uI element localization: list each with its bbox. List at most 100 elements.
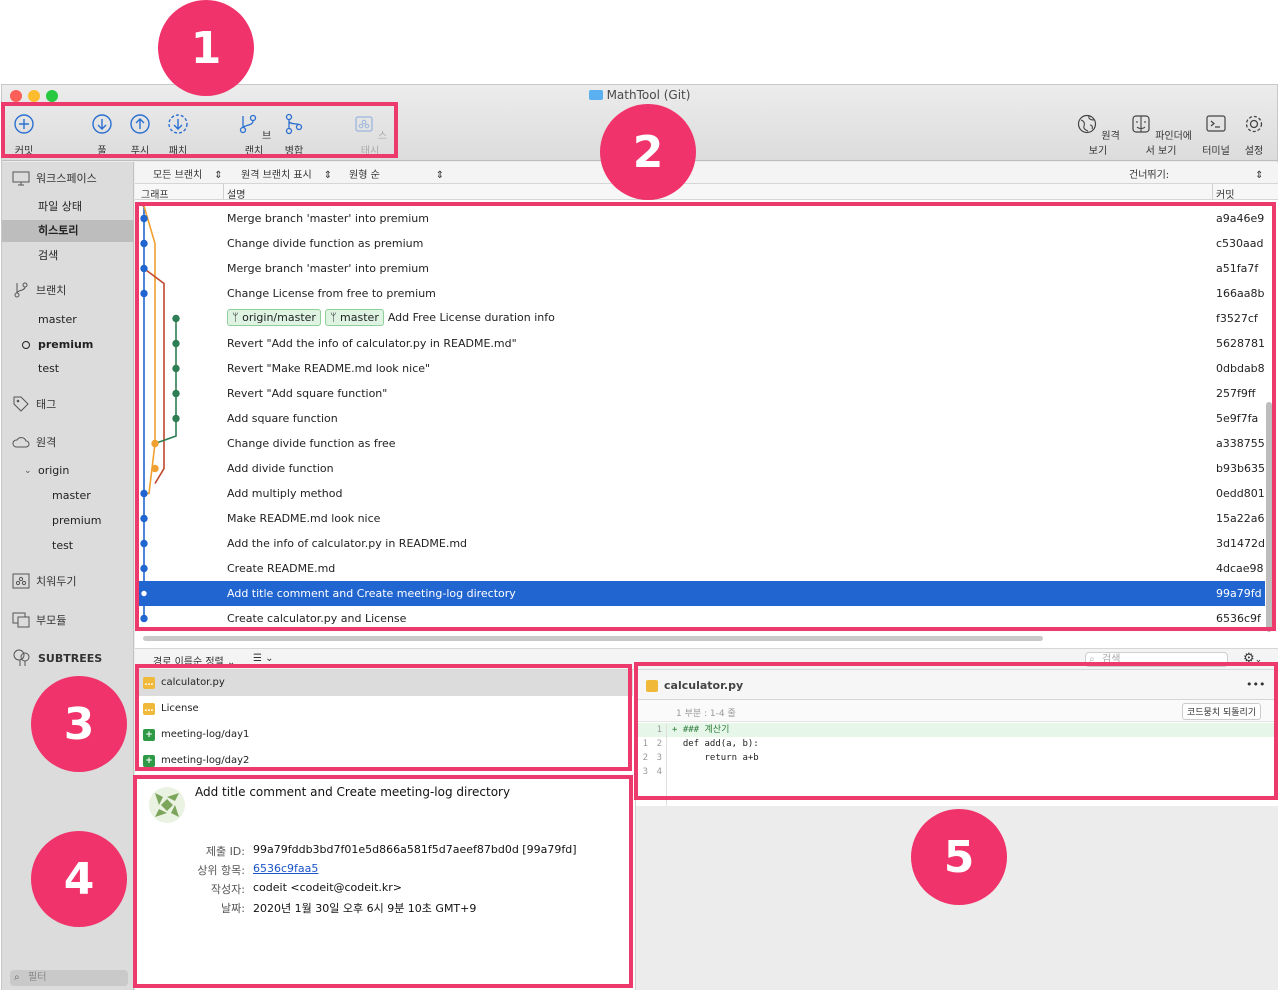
options-gear-button[interactable]: ⚙⌄ [1243, 651, 1262, 666]
settings-button[interactable]: 설정 [1240, 113, 1268, 157]
cloud-icon [12, 437, 30, 448]
sidebar-item-branch-test[interactable]: test [2, 358, 134, 380]
sidebar-item-branch-master[interactable]: master [2, 309, 134, 331]
graph-commit-dot [140, 514, 148, 523]
column-header-graph[interactable]: 그래프 [141, 186, 169, 201]
file-search-input[interactable]: ⌕ 검색 [1085, 652, 1228, 667]
graph-commit-dot [140, 564, 148, 573]
sidebar-item-origin[interactable]: ⌄ origin [2, 460, 134, 482]
commit-row[interactable]: Revert "Add square function" 257f9ff [135, 381, 1265, 406]
commit-row[interactable]: Add square function 5e9f7fa [135, 406, 1265, 431]
branch-tag[interactable]: ᛘ origin/master [227, 309, 321, 326]
column-divider [1212, 184, 1213, 200]
commit-message: Make README.md look nice [227, 512, 380, 525]
commit-message-text: Merge branch 'master' into premium [227, 262, 429, 275]
pull-button[interactable]: 풀 [88, 113, 116, 157]
commit-list-horizontal-scrollbar[interactable] [143, 636, 1043, 641]
commit-row[interactable]: Create calculator.py and License 6536c9f [135, 606, 1265, 631]
commit-row[interactable]: Make README.md look nice 15a22a6 [135, 506, 1265, 531]
commit-row[interactable]: Add title comment and Create meeting-log… [135, 581, 1265, 606]
list-view-select[interactable]: ☰ ⌄ [253, 653, 274, 664]
sidebar-section-workspace[interactable]: 워크스페이스 [12, 168, 97, 188]
show-remote-select[interactable]: 원격 브랜치 표시 ⇕ [241, 166, 332, 181]
sidebar-item-search[interactable]: 검색 [2, 245, 134, 267]
fetch-button[interactable]: 패치 [164, 113, 192, 157]
sidebar-section-tags[interactable]: 태그 [12, 394, 56, 414]
commit-message-text: Add square function [227, 412, 338, 425]
commit-message-text: Create README.md [227, 562, 336, 575]
commit-sha: a51fa7f [1216, 262, 1259, 275]
commit-list-vertical-scrollbar[interactable] [1266, 402, 1272, 632]
commit-button[interactable]: 커밋 [10, 113, 38, 157]
sidebar-section-branches-label: 브랜치 [36, 284, 67, 297]
commit-row[interactable]: Add the info of calculator.py in README.… [135, 531, 1265, 556]
commit-row[interactable]: Add divide function b93b635 [135, 456, 1265, 481]
jump-to-select[interactable]: 건너뛰기: ⇕ [1129, 166, 1264, 181]
commit-message-text: Create calculator.py and License [227, 612, 407, 625]
finder-view-button[interactable]: 파인더에서 보기 [1126, 113, 1196, 157]
column-header-description[interactable]: 설명 [227, 186, 245, 201]
merge-label: 병합 [284, 146, 304, 157]
commit-message: Add title comment and Create meeting-log… [227, 587, 516, 600]
terminal-button[interactable]: 터미널 [1200, 113, 1232, 157]
commit-row[interactable]: Merge branch 'master' into premium a51fa7… [135, 256, 1265, 281]
sidebar-item-origin-master[interactable]: master [2, 485, 134, 507]
sidebar-item-origin-test[interactable]: test [2, 535, 134, 557]
commit-row[interactable]: ᛘ origin/master ᛘ master Add Free License … [135, 306, 1265, 331]
file-row[interactable]: + meeting-log/day2 [135, 748, 633, 774]
graph-commit-dot [140, 539, 148, 548]
arrow-down-circle-icon [92, 114, 112, 134]
remote-view-button[interactable]: 원격 보기 [1076, 113, 1120, 157]
sidebar-section-submodules[interactable]: 부모듈 [12, 610, 66, 630]
commit-row[interactable]: Change divide function as free a338755 [135, 431, 1265, 456]
column-divider [223, 184, 224, 200]
diff-lines: 1 + ### 계산기 1 2 def add(a, b): 2 3 return a+b… [636, 723, 1278, 806]
sidebar-item-branch-premium[interactable]: premium [2, 334, 134, 356]
commit-message: Merge branch 'master' into premium [227, 262, 429, 275]
commit-row[interactable]: Change License from free to premium 166aa… [135, 281, 1265, 306]
sidebar-section-remotes[interactable]: 원격 [12, 432, 56, 452]
commit-row[interactable]: Merge branch 'master' into premium a9a46e… [135, 206, 1265, 231]
updown-icon: ⇕ [323, 170, 333, 181]
branch-tag[interactable]: ᛘ master [324, 309, 384, 326]
column-header-commit[interactable]: 커밋 [1216, 186, 1234, 201]
commit-row[interactable]: Create README.md 4dcae98 [135, 556, 1265, 581]
parent-commit-link[interactable]: 6536c9faa5 [253, 862, 318, 875]
diff-more-button[interactable]: ••• [1246, 678, 1265, 691]
sidebar-item-history[interactable]: 히스토리 [2, 220, 134, 242]
sidebar-section-branches[interactable]: 브랜치 [12, 280, 66, 300]
commit-message-text: Merge branch 'master' into premium [227, 212, 429, 225]
file-row[interactable]: … calculator.py [135, 670, 633, 696]
stash-button[interactable]: 스태시 [352, 113, 388, 157]
sidebar-section-tags-label: 태그 [36, 398, 57, 411]
branch-button[interactable]: 브랜치 [236, 113, 272, 157]
commit-message: Change License from free to premium [227, 287, 436, 300]
sort-select[interactable]: 경로 이름순 정렬 ⌄ [153, 653, 235, 668]
commit-message: Revert "Make README.md look nice" [227, 362, 430, 375]
commit-row[interactable]: Revert "Make README.md look nice" 0dbdab8 [135, 356, 1265, 381]
sidebar-section-subtrees[interactable]: SUBTREES [12, 648, 102, 668]
order-select[interactable]: 원형 순 ⇕ [349, 166, 444, 181]
sidebar-filter-input[interactable]: ⌕ 필터 [10, 970, 128, 986]
diff-line-text: + ### 계산기 [672, 725, 730, 735]
fetch-label: 패치 [168, 146, 188, 157]
commit-message: Create calculator.py and License [227, 612, 406, 625]
old-line-number: 2 [642, 753, 648, 763]
new-line-number: 1 [656, 725, 662, 735]
sidebar-item-file-status[interactable]: 파일 상태 [2, 196, 134, 218]
diff-filename: calculator.py [664, 679, 744, 692]
revert-hunk-button[interactable]: 코드뭉치 되돌리기 [1182, 703, 1262, 720]
push-button[interactable]: 푸시 [126, 113, 154, 157]
commit-row[interactable]: Add multiply method 0edd801 [135, 481, 1265, 506]
merge-button[interactable]: 병합 [280, 113, 308, 157]
commit-row[interactable]: Change divide function as premium c530aad [135, 231, 1265, 256]
list-icon: ☰ [253, 653, 262, 664]
file-row[interactable]: … License [135, 696, 633, 722]
branch-tag-label: master [340, 311, 379, 324]
author-label: 작성자: [210, 883, 245, 896]
commit-row[interactable]: Revert "Add the info of calculator.py in… [135, 331, 1265, 356]
all-branches-select[interactable]: 모든 브랜치 ⇕ [153, 166, 223, 181]
sidebar-section-stash[interactable]: 치워두기 [12, 571, 76, 591]
file-row[interactable]: + meeting-log/day1 [135, 722, 633, 748]
sidebar-item-origin-premium[interactable]: premium [2, 510, 134, 532]
